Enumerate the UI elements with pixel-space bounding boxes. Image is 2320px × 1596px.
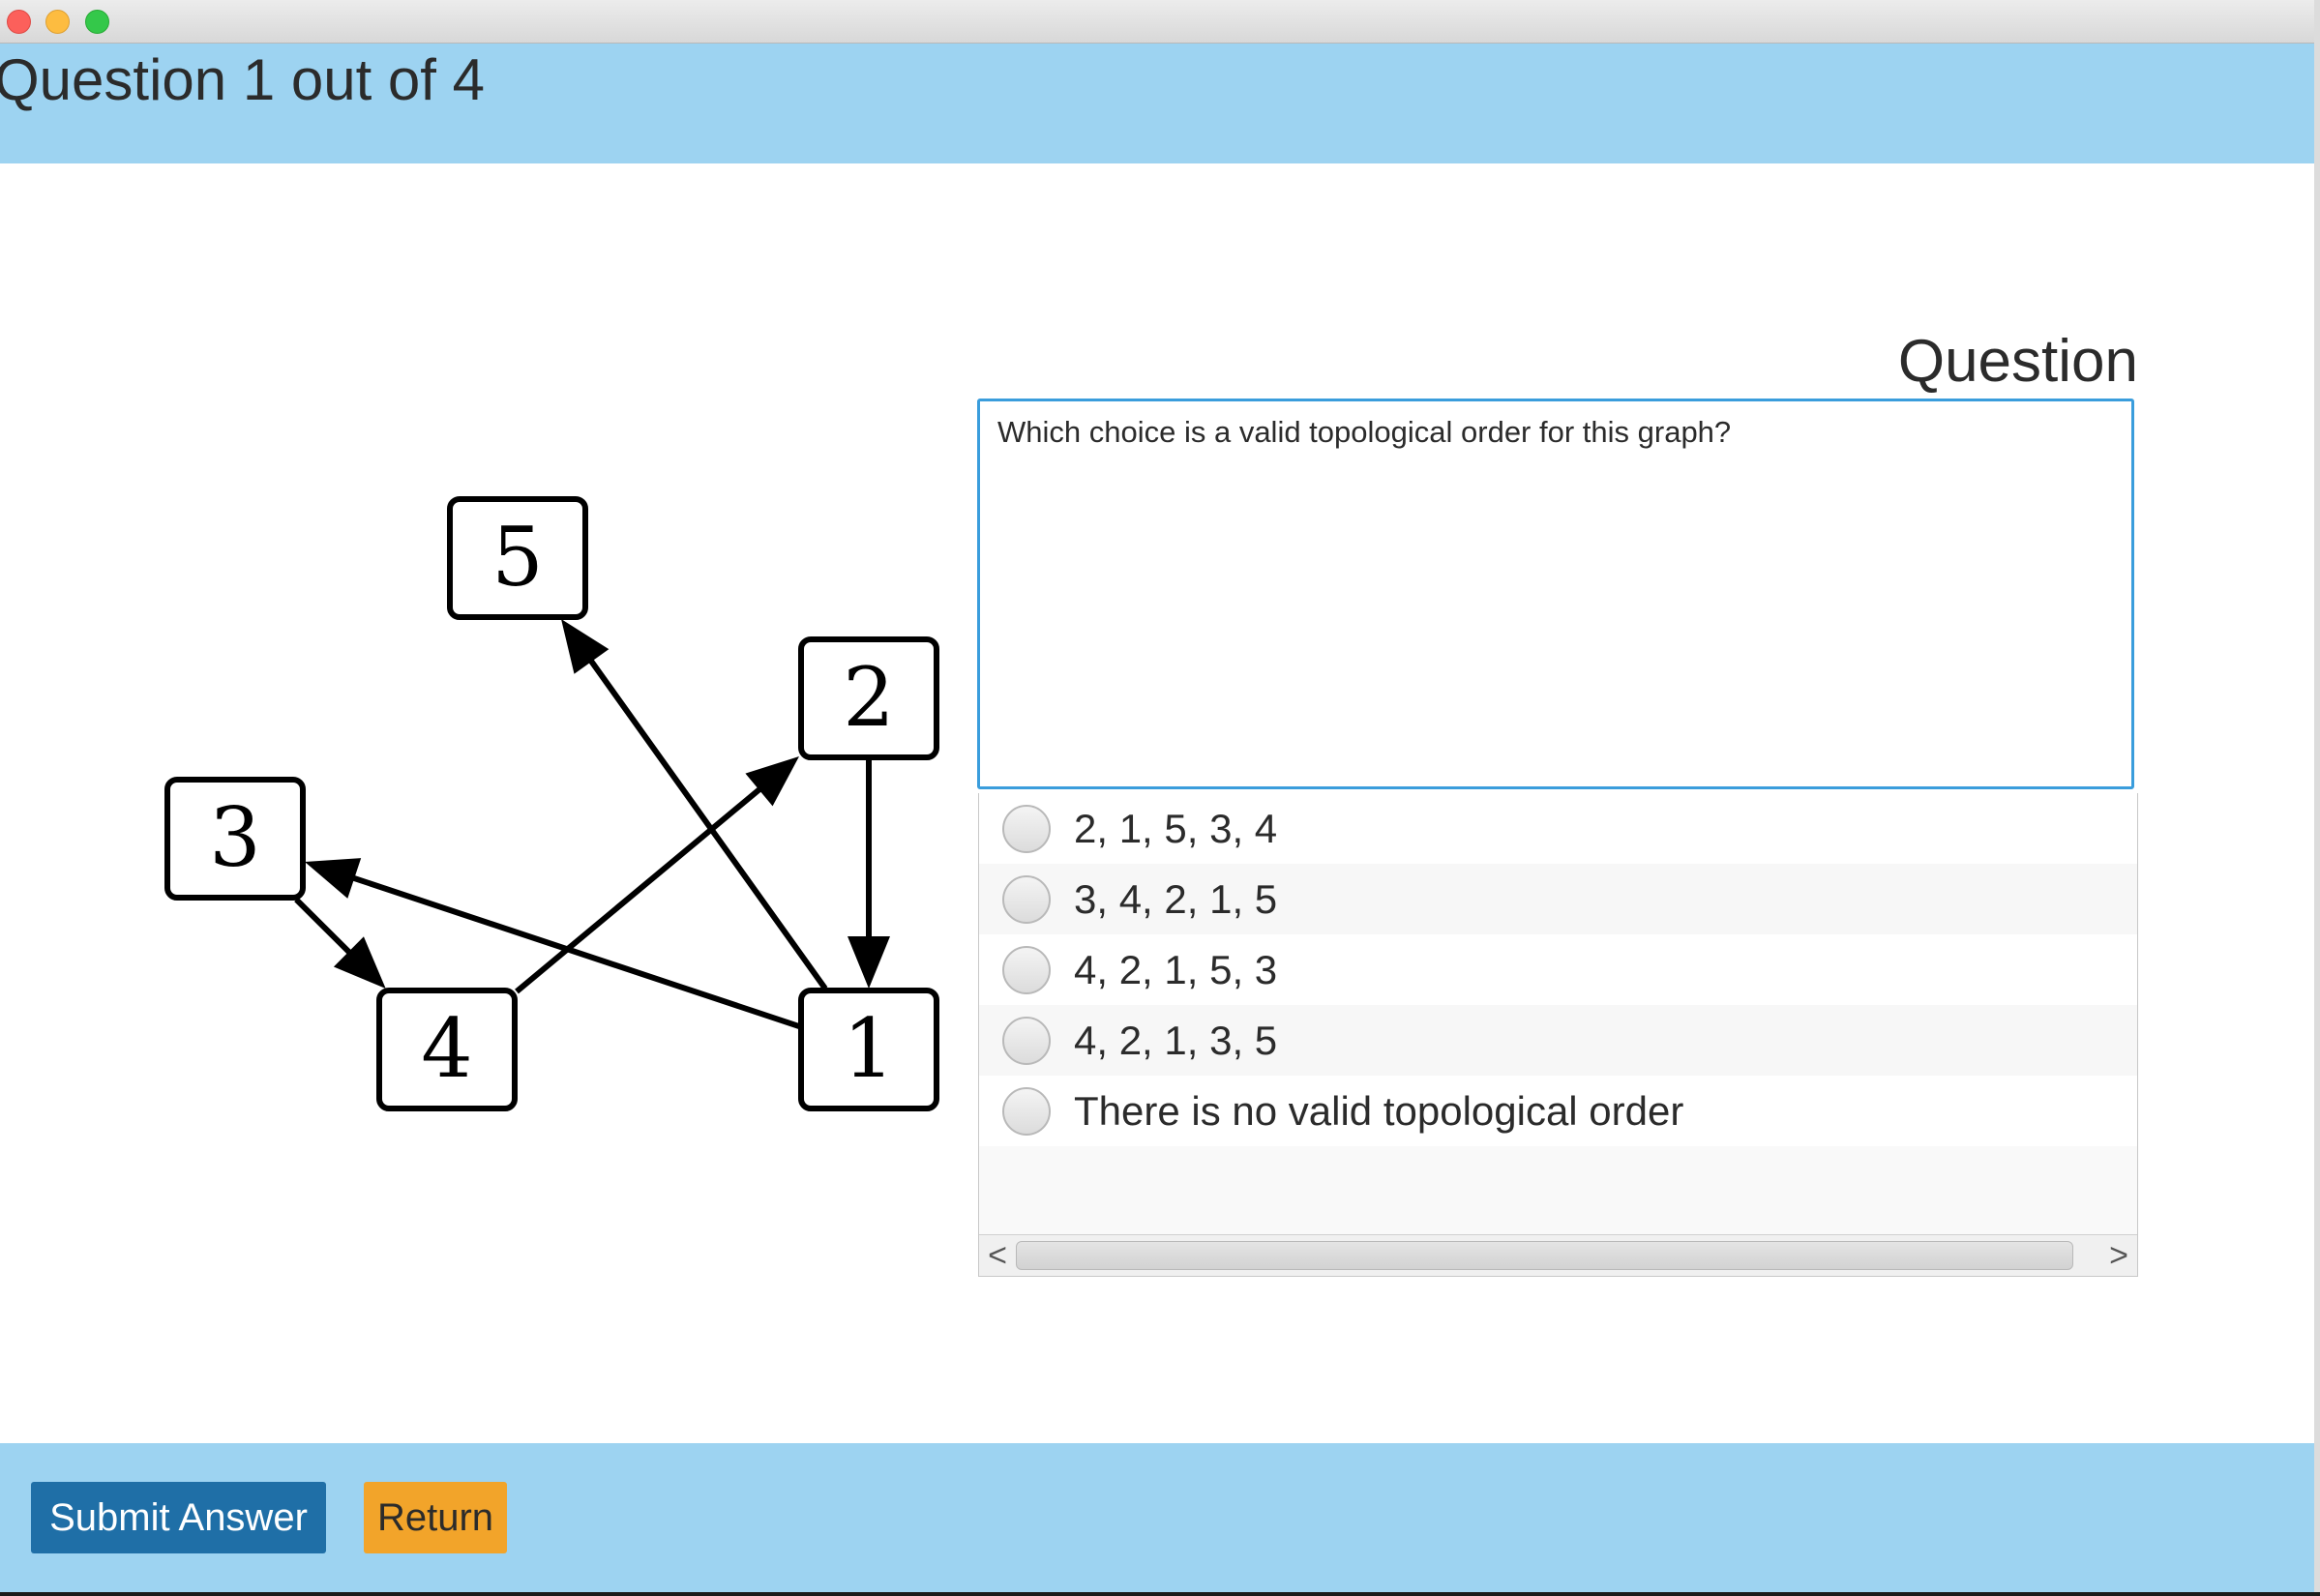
- graph-node-label-1: 1: [843, 1001, 894, 1096]
- minimize-window-button[interactable]: [45, 10, 70, 34]
- window-edge: [2314, 0, 2320, 1596]
- choices-list: 2, 1, 5, 3, 4 3, 4, 2, 1, 5 4, 2, 1, 5, …: [978, 793, 2138, 1277]
- graph-node-label-2: 2: [843, 650, 894, 745]
- submit-answer-button[interactable]: Submit Answer: [31, 1482, 326, 1553]
- choice-radio-4[interactable]: [1002, 1016, 1051, 1065]
- graph-node-4: 4: [376, 988, 518, 1111]
- scrollbar-thumb[interactable]: [1016, 1241, 2073, 1270]
- graph-node-2: 2: [798, 636, 939, 760]
- choice-label-2: 3, 4, 2, 1, 5: [1074, 875, 1278, 922]
- scroll-right-icon[interactable]: >: [2104, 1239, 2133, 1272]
- graph-node-label-5: 5: [491, 510, 543, 605]
- question-heading: Question: [1897, 328, 2138, 395]
- window-titlebar: [0, 0, 2314, 44]
- edge-1-to-5: [580, 648, 828, 990]
- choice-label-4: 4, 2, 1, 3, 5: [1074, 1017, 1278, 1063]
- return-button[interactable]: Return: [364, 1482, 507, 1553]
- arrowhead-1-to-5: [561, 619, 610, 674]
- question-text-area[interactable]: Which choice is a valid topological orde…: [977, 399, 2134, 789]
- choice-label-5: There is no valid topological order: [1074, 1087, 1684, 1134]
- graph-node-3: 3: [164, 777, 306, 901]
- footer-band: [0, 1443, 2314, 1592]
- choice-radio-1[interactable]: [1002, 804, 1051, 853]
- choice-radio-2[interactable]: [1002, 874, 1051, 924]
- choice-row-3[interactable]: 4, 2, 1, 5, 3: [979, 934, 2137, 1005]
- arrowhead-4-to-2: [745, 755, 799, 807]
- zoom-window-button[interactable]: [85, 10, 109, 34]
- graph-node-label-4: 4: [421, 1001, 472, 1096]
- app-window: Question 1 out of 4 5 2 3 4 1 Question Which…: [0, 0, 2314, 1592]
- choice-radio-3[interactable]: [1002, 945, 1051, 994]
- graph-node-5: 5: [447, 496, 588, 620]
- horizontal-scrollbar[interactable]: < >: [979, 1234, 2137, 1276]
- arrowhead-1-to-3: [305, 858, 362, 899]
- choice-row-1[interactable]: 2, 1, 5, 3, 4: [979, 793, 2137, 864]
- choice-row-5[interactable]: There is no valid topological order: [979, 1076, 2137, 1146]
- close-window-button[interactable]: [7, 10, 31, 34]
- arrowhead-2-to-1: [848, 936, 890, 989]
- page-title: Question 1 out of 4: [0, 47, 486, 112]
- graph-node-1: 1: [798, 988, 939, 1111]
- choice-label-3: 4, 2, 1, 5, 3: [1074, 946, 1278, 992]
- choice-radio-5[interactable]: [1002, 1086, 1051, 1136]
- graph-diagram: 5 2 3 4 1: [164, 496, 939, 1111]
- choice-row-2[interactable]: 3, 4, 2, 1, 5: [979, 864, 2137, 934]
- scroll-left-icon[interactable]: <: [983, 1239, 1012, 1272]
- choice-label-1: 2, 1, 5, 3, 4: [1074, 805, 1278, 851]
- window-shadow: [0, 1592, 2320, 1596]
- edge-4-to-2: [515, 779, 772, 994]
- choice-row-4[interactable]: 4, 2, 1, 3, 5: [979, 1005, 2137, 1076]
- graph-node-label-3: 3: [209, 790, 260, 885]
